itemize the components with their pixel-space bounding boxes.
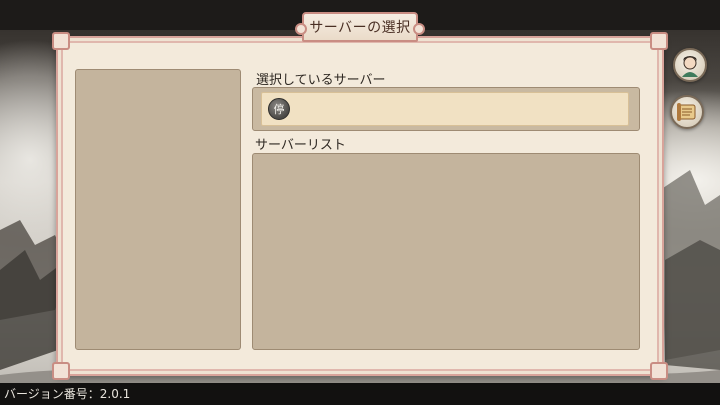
corner-ornament — [650, 32, 668, 50]
character-avatar-button[interactable] — [673, 48, 707, 82]
corner-ornament — [650, 362, 668, 380]
server-status-badge: 停 — [268, 98, 290, 120]
announcement-button[interactable] — [670, 95, 704, 129]
selected-server-field[interactable]: 停 — [261, 92, 629, 126]
server-list-label: サーバーリスト — [255, 138, 346, 153]
server-list[interactable] — [252, 153, 640, 350]
dialog-title: サーバーの選択 — [295, 12, 425, 42]
selected-server-label: 選択しているサーバー — [256, 73, 386, 88]
corner-ornament — [52, 362, 70, 380]
version-label: バージョン番号：2.0.1 — [4, 387, 131, 401]
server-group-list[interactable] — [75, 69, 241, 350]
announcement-scroll-icon — [677, 103, 696, 121]
character-avatar-icon — [682, 56, 698, 77]
corner-ornament — [52, 32, 70, 50]
selected-server-well: 停 — [252, 87, 640, 131]
